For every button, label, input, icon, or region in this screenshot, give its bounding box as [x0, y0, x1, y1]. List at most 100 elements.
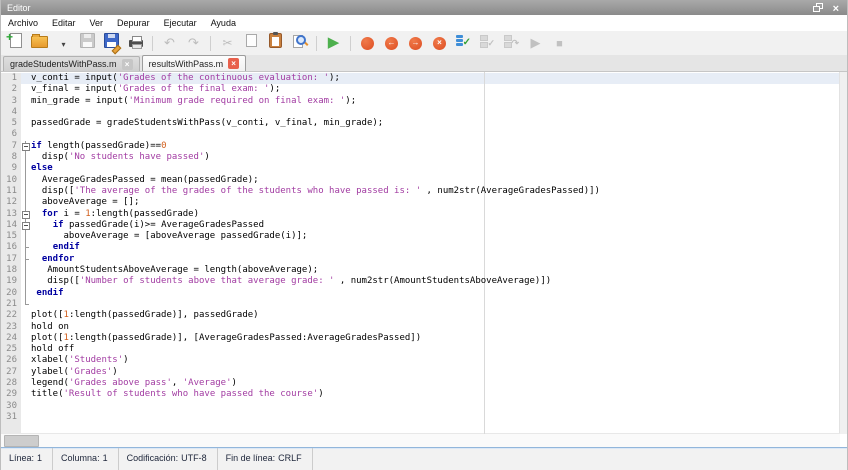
fold-marker: [21, 118, 31, 129]
code-line[interactable]: 26 xlabel('Students'): [1, 355, 840, 366]
copy-button[interactable]: [241, 33, 262, 53]
open-button[interactable]: [29, 33, 50, 53]
code-line[interactable]: 12 aboveAverage = [];: [1, 197, 840, 208]
code-line[interactable]: 8 disp('No students have passed'): [1, 152, 840, 163]
code-line[interactable]: 1v_conti = input('Grades of the continuo…: [1, 73, 840, 84]
code-line[interactable]: 31: [1, 412, 840, 423]
code-text: disp(['Number of students above that ave…: [31, 276, 840, 287]
code-line[interactable]: 18 AmountStudentsAboveAverage = length(a…: [1, 265, 840, 276]
new-script-icon: +: [10, 33, 22, 53]
status-eol-value: CRLF: [278, 453, 302, 463]
code-line[interactable]: 16 endif: [1, 242, 840, 253]
step-icon: ✓: [456, 34, 471, 52]
status-eol-label: Fin de línea:: [226, 453, 276, 463]
toggle-breakpoint-icon: [361, 37, 374, 50]
open-dropdown-button[interactable]: ▾: [53, 33, 74, 53]
code-line[interactable]: 9else: [1, 163, 840, 174]
fold-marker: [21, 254, 31, 265]
quit-debug-button[interactable]: ■: [549, 33, 570, 53]
close-tab-icon[interactable]: ×: [228, 58, 239, 69]
code-line[interactable]: 17 endfor: [1, 254, 840, 265]
cut-icon: ✂: [222, 34, 232, 52]
fold-marker: [21, 265, 31, 276]
line-number: 6: [1, 129, 21, 140]
menu-ejecutar[interactable]: Ejecutar: [157, 16, 204, 30]
tab-resultsWithPass.m[interactable]: resultsWithPass.m×: [142, 55, 247, 71]
step-button[interactable]: ✓: [453, 33, 474, 53]
status-bar: Línea:1Columna:1Codificación:UTF-8Fin de…: [1, 447, 847, 470]
redo-icon: ↷: [188, 34, 199, 52]
paste-button[interactable]: [265, 33, 286, 53]
fold-toggle-icon[interactable]: [22, 211, 30, 219]
step-in-button[interactable]: ✓: [477, 33, 498, 53]
menu-archivo[interactable]: Archivo: [1, 16, 45, 30]
fold-toggle-icon[interactable]: [22, 143, 30, 151]
code-line[interactable]: 11 disp(['The average of the grades of t…: [1, 186, 840, 197]
code-line[interactable]: 7if length(passedGrade)==0: [1, 141, 840, 152]
code-editor[interactable]: 1v_conti = input('Grades of the continuo…: [1, 72, 847, 447]
code-line[interactable]: 2v_final = input('Grades of the final ex…: [1, 84, 840, 95]
next-breakpoint-button[interactable]: →: [405, 33, 426, 53]
code-line[interactable]: 5passedGrade = gradeStudentsWithPass(v_c…: [1, 118, 840, 129]
code-line[interactable]: 4: [1, 107, 840, 118]
code-line[interactable]: 21: [1, 299, 840, 310]
toolbar-separator: [350, 36, 351, 51]
line-number: 21: [1, 299, 21, 310]
tab-bar: gradeStudentsWithPass.m×resultsWithPass.…: [1, 55, 847, 72]
code-line[interactable]: 27ylabel('Grades'): [1, 367, 840, 378]
code-line[interactable]: 14 if passedGrade(i)>= AverageGradesPass…: [1, 220, 840, 231]
paste-icon: [269, 33, 282, 53]
fold-toggle-icon[interactable]: [22, 222, 30, 230]
save-as-button[interactable]: [101, 33, 122, 53]
code-line[interactable]: 10 AverageGradesPassed = mean(passedGrad…: [1, 175, 840, 186]
toggle-breakpoint-button[interactable]: [357, 33, 378, 53]
code-text: for i = 1:length(passedGrade): [31, 209, 840, 220]
code-text: [31, 401, 840, 412]
save-button[interactable]: [77, 33, 98, 53]
find-icon: [293, 34, 307, 52]
menu-bar: ArchivoEditarVerDepurarEjecutarAyuda: [1, 15, 847, 31]
line-number: 27: [1, 367, 21, 378]
prev-breakpoint-button[interactable]: ←: [381, 33, 402, 53]
code-line[interactable]: 6: [1, 129, 840, 140]
find-button[interactable]: [289, 33, 310, 53]
code-line[interactable]: 28legend('Grades above pass', 'Average'): [1, 378, 840, 389]
code-line[interactable]: 25hold off: [1, 344, 840, 355]
redo-button[interactable]: ↷: [183, 33, 204, 53]
print-button[interactable]: [125, 33, 146, 53]
code-line[interactable]: 3min_grade = input('Minimum grade requir…: [1, 96, 840, 107]
menu-ver[interactable]: Ver: [83, 16, 111, 30]
remove-breakpoints-button[interactable]: ×: [429, 33, 450, 53]
cut-button[interactable]: ✂: [217, 33, 238, 53]
vertical-scrollbar[interactable]: [839, 72, 847, 434]
code-line[interactable]: 29title('Result of students who have pas…: [1, 389, 840, 400]
code-line[interactable]: 15 aboveAverage = [aboveAverage passedGr…: [1, 231, 840, 242]
code-text: xlabel('Students'): [31, 355, 840, 366]
code-line[interactable]: 23hold on: [1, 322, 840, 333]
code-line[interactable]: 19 disp(['Number of students above that …: [1, 276, 840, 287]
scrollbar-thumb[interactable]: [4, 435, 39, 447]
code-line[interactable]: 13 for i = 1:length(passedGrade): [1, 209, 840, 220]
fold-marker: [21, 288, 31, 299]
fold-marker: [21, 231, 31, 242]
menu-depurar[interactable]: Depurar: [110, 16, 157, 30]
menu-ayuda[interactable]: Ayuda: [204, 16, 243, 30]
run-button[interactable]: ▶: [323, 33, 344, 53]
code-line[interactable]: 22plot([1:length(passedGrade)], passedGr…: [1, 310, 840, 321]
tab-gradeStudentsWithPass.m[interactable]: gradeStudentsWithPass.m×: [3, 56, 140, 71]
code-line[interactable]: 30: [1, 401, 840, 412]
continue-icon: ▶: [531, 34, 541, 52]
fold-marker: [21, 355, 31, 366]
code-line[interactable]: 24plot([1:length(passedGrade)], [Average…: [1, 333, 840, 344]
fold-marker: [21, 141, 31, 152]
step-out-button[interactable]: ↷: [501, 33, 522, 53]
new-script-button[interactable]: +: [5, 33, 26, 53]
code-line[interactable]: 20 endif: [1, 288, 840, 299]
menu-editar[interactable]: Editar: [45, 16, 83, 30]
close-tab-icon[interactable]: ×: [122, 59, 133, 70]
undo-button[interactable]: ↶: [159, 33, 180, 53]
continue-button[interactable]: ▶: [525, 33, 546, 53]
horizontal-scrollbar[interactable]: [1, 433, 840, 447]
line-number: 20: [1, 288, 21, 299]
line-number: 26: [1, 355, 21, 366]
